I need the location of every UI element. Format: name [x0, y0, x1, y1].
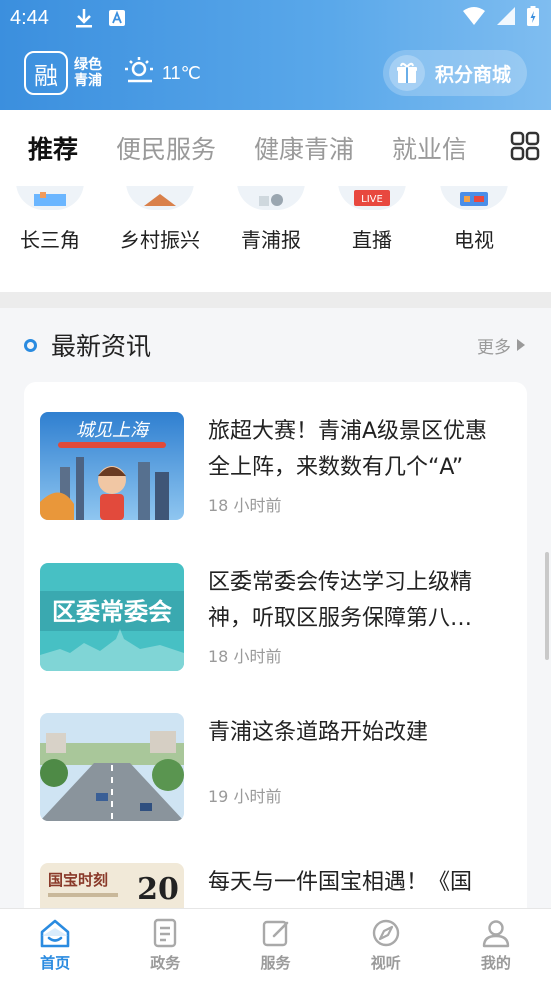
nav-label: 政务 [150, 953, 181, 972]
bottom-navigation: 首页 政务 服务 视听 我的 [0, 908, 551, 981]
app-logo: 融 绿色 青浦 [24, 51, 102, 95]
news-title: 青浦这条道路开始改建 [208, 720, 429, 745]
shortcut-qingpu-paper[interactable]: 青浦报 [221, 186, 321, 253]
app-notification-icon [108, 10, 125, 26]
more-link[interactable]: 更多 [477, 333, 525, 358]
nav-government[interactable]: 政务 [110, 909, 220, 981]
tab-recommend[interactable]: 推荐 [28, 130, 78, 166]
news-time: 18 小时前 [208, 496, 282, 515]
latest-news-header: 最新资讯 更多 [0, 308, 551, 382]
shortcut-label: 长三角 [20, 228, 80, 252]
shortcut-yangtze-delta[interactable]: 长三角 [0, 186, 100, 253]
news-title: 区委常委会传达学习上级精神，听取区服务保障第八… [208, 570, 473, 631]
battery-icon [527, 5, 539, 31]
home-icon [40, 919, 70, 947]
channel-tabs: 推荐 便民服务 健康青浦 就业信 [0, 110, 551, 186]
thumb-headline: 区委常委会 [52, 598, 172, 626]
news-thumbnail: 城见上海 [40, 412, 184, 520]
nav-home[interactable]: 首页 [0, 909, 110, 981]
nav-label: 首页 [40, 953, 71, 972]
news-list: 城见上海 旅超大赛！青浦A级景区优惠全上阵，来数数有几个“A” 18 小时前 区… [24, 382, 527, 922]
yangtze-delta-icon [16, 186, 84, 210]
gift-icon [388, 55, 425, 91]
shortcut-label: 乡村振兴 [120, 228, 200, 252]
logo-mark-icon: 融 [24, 51, 68, 95]
scrollbar[interactable] [545, 552, 549, 660]
shortcut-live[interactable]: LIVE 直播 [322, 186, 422, 253]
nav-label: 我的 [480, 953, 511, 972]
thumb-headline: 国宝时刻 [48, 871, 108, 889]
logo-text-1: 绿色 [74, 57, 102, 73]
news-title: 每天与一件国宝相遇！《国 [208, 870, 473, 895]
nav-label: 视听 [370, 953, 401, 972]
tab-health[interactable]: 健康青浦 [254, 130, 354, 166]
news-time: 19 小时前 [208, 787, 282, 806]
grid-icon [510, 131, 540, 165]
section-dot-icon [24, 338, 37, 352]
live-badge-text: LIVE [361, 194, 383, 205]
tab-employment[interactable]: 就业信 [392, 130, 467, 166]
news-time: 18 小时前 [208, 647, 282, 666]
title-bar: 融 绿色 青浦 11℃ 积分商城 [0, 36, 551, 110]
shortcut-rural-revitalization[interactable]: 乡村振兴 [110, 186, 210, 253]
points-mall-button[interactable]: 积分商城 [382, 50, 527, 96]
news-thumbnail: 区委常委会 [40, 563, 184, 671]
signal-icon [497, 6, 515, 30]
thumb-number: 20 [137, 872, 179, 907]
weather-widget[interactable]: 11℃ [124, 56, 201, 91]
nav-label: 服务 [260, 953, 291, 972]
status-time: 4:44 [10, 6, 49, 29]
shortcut-row: 长三角 乡村振兴 青浦报 LIVE 直播 电视 [0, 186, 551, 292]
points-mall-label: 积分商城 [434, 63, 511, 86]
sun-cloud-icon [124, 56, 156, 91]
temperature-text: 11℃ [162, 62, 201, 83]
section-divider [0, 292, 551, 308]
news-item[interactable]: 城见上海 旅超大赛！青浦A级景区优惠全上阵，来数数有几个“A” 18 小时前 [40, 412, 512, 522]
wifi-icon [463, 6, 485, 30]
shortcut-label: 青浦报 [241, 228, 301, 252]
all-channels-button[interactable] [499, 110, 551, 186]
status-bar: 4:44 [0, 0, 551, 36]
document-icon [154, 918, 177, 947]
more-label: 更多 [477, 337, 511, 358]
edit-icon [262, 920, 288, 946]
logo-text-2: 青浦 [74, 73, 102, 89]
nav-media[interactable]: 视听 [331, 909, 441, 981]
nav-services[interactable]: 服务 [220, 909, 330, 981]
tv-icon [440, 186, 508, 210]
section-title: 最新资讯 [51, 332, 152, 361]
compass-icon [372, 919, 399, 946]
shortcut-tv[interactable]: 电视 [424, 186, 524, 253]
news-item[interactable]: 青浦这条道路开始改建 19 小时前 [40, 713, 512, 823]
latest-news-section: 最新资讯 更多 城见上海 旅超大赛！青浦A级景区优惠全上阵，来数数有几个“A” … [0, 308, 551, 922]
shortcut-label: 直播 [352, 228, 392, 252]
live-icon: LIVE [338, 186, 406, 210]
news-item[interactable]: 区委常委会 区委常委会传达学习上级精神，听取区服务保障第八… 18 小时前 [40, 563, 512, 673]
chevron-right-icon [517, 339, 525, 351]
nav-profile[interactable]: 我的 [441, 909, 551, 981]
tab-services[interactable]: 便民服务 [116, 130, 216, 166]
news-title: 旅超大赛！青浦A级景区优惠全上阵，来数数有几个“A” [208, 419, 488, 480]
user-icon [482, 919, 510, 947]
shortcut-label: 电视 [454, 228, 494, 252]
app-header: 4:44 融 绿色 青浦 11℃ 积分商城 [0, 0, 551, 110]
rural-icon [126, 186, 194, 210]
newspaper-icon [237, 186, 305, 210]
news-thumbnail [40, 713, 184, 821]
download-icon [75, 8, 93, 28]
thumb-headline: 城见上海 [76, 420, 151, 441]
